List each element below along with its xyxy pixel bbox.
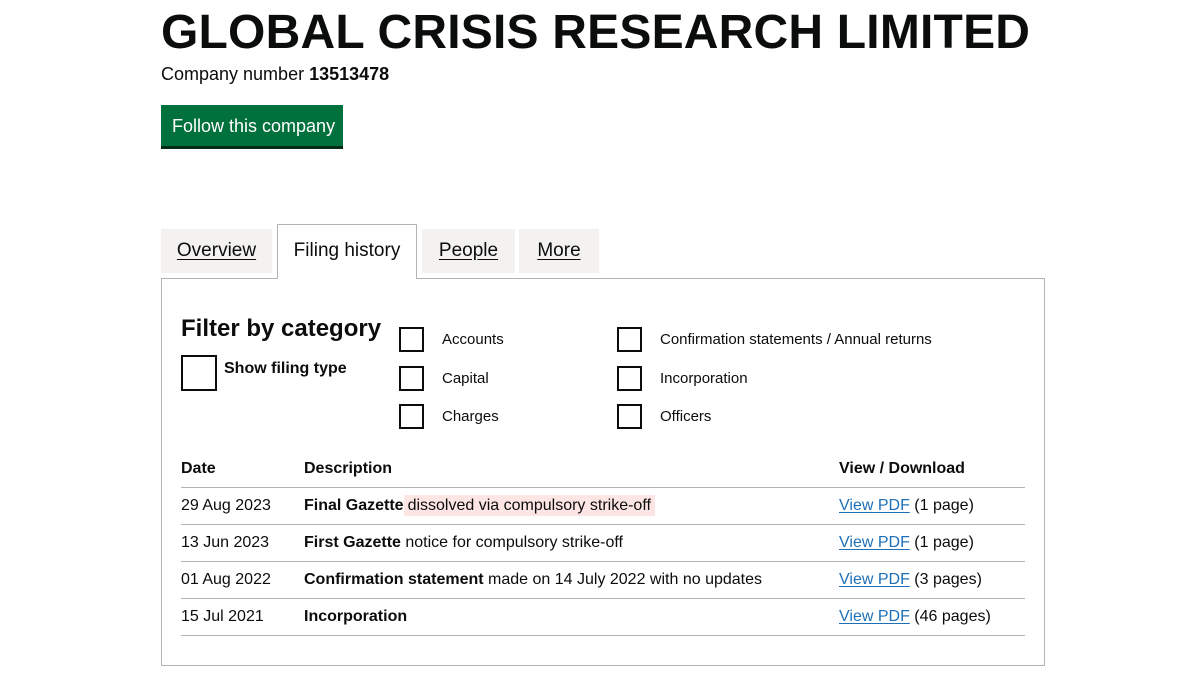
category-charges-label[interactable]: Charges: [442, 408, 499, 425]
row-3-description-type: Confirmation statement: [304, 571, 484, 588]
category-capital-label[interactable]: Capital: [442, 370, 489, 387]
row-2-description-text: notice for compulsory strike-off: [405, 534, 623, 551]
row-1-view-pdf-link[interactable]: View PDF: [839, 497, 910, 514]
row-4-description-type: Incorporation: [304, 608, 408, 625]
filter-heading: Filter by category: [181, 315, 382, 342]
row-2-view: View PDF (1 page): [839, 534, 974, 552]
row-1-pages: (1 page): [914, 497, 974, 514]
category-charges-checkbox[interactable]: [399, 403, 424, 429]
row-1-date: 29 Aug 2023: [181, 497, 271, 514]
tab-people[interactable]: People: [422, 229, 515, 273]
row-1-description-type: Final Gazette: [304, 497, 404, 514]
tab-more[interactable]: More: [519, 229, 599, 273]
row-1-view: View PDF (1 page): [839, 497, 974, 515]
header-view-download: View / Download: [839, 460, 965, 477]
row-2-date: 13 Jun 2023: [181, 534, 270, 551]
category-capital[interactable]: Capital: [399, 365, 489, 391]
table-row-divider: [181, 635, 1025, 636]
row-2-description-type: First Gazette: [304, 534, 401, 551]
row-2-view-pdf-link[interactable]: View PDF: [839, 534, 910, 551]
category-incorporation-label[interactable]: Incorporation: [660, 370, 748, 387]
row-3-date: 01 Aug 2022: [181, 571, 271, 588]
company-name: GLOBAL CRISIS RESEARCH LIMITED: [161, 6, 1031, 59]
category-charges[interactable]: Charges: [399, 403, 499, 429]
show-filing-type-label[interactable]: Show filing type: [224, 358, 347, 380]
table-header-divider: [181, 487, 1025, 488]
category-incorporation[interactable]: Incorporation: [617, 365, 748, 391]
table-row-divider: [181, 598, 1025, 599]
row-4-view-pdf-link[interactable]: View PDF: [839, 608, 910, 625]
category-confirmation-statements[interactable]: Confirmation statements / Annual returns: [617, 326, 932, 352]
category-incorporation-checkbox[interactable]: [617, 365, 642, 391]
company-number-label: Company number: [161, 64, 305, 84]
category-officers-checkbox[interactable]: [617, 403, 642, 429]
show-filing-type-checkbox[interactable]: Show filing type: [181, 355, 347, 391]
show-filing-type-box[interactable]: [181, 355, 217, 391]
row-3-view: View PDF (3 pages): [839, 571, 982, 589]
row-4-description: Incorporation: [304, 608, 407, 626]
category-confirmation-statements-checkbox[interactable]: [617, 326, 642, 352]
row-3-pages: (3 pages): [914, 571, 982, 588]
company-number-value: 13513478: [309, 64, 390, 84]
tab-filing-history[interactable]: Filing history: [277, 224, 417, 279]
category-confirmation-statements-label[interactable]: Confirmation statements / Annual returns: [660, 331, 932, 348]
header-date: Date: [181, 460, 216, 477]
row-3-view-pdf-link[interactable]: View PDF: [839, 571, 910, 588]
row-3-description-text: made on 14 July 2022 with no updates: [488, 571, 762, 588]
category-accounts-label[interactable]: Accounts: [442, 331, 504, 348]
category-accounts[interactable]: Accounts: [399, 326, 504, 352]
category-accounts-checkbox[interactable]: [399, 326, 424, 352]
row-2-description: First Gazette notice for compulsory stri…: [304, 534, 623, 552]
row-4-pages: (46 pages): [914, 608, 991, 625]
category-capital-checkbox[interactable]: [399, 365, 424, 391]
row-1-description: Final Gazette dissolved via compulsory st…: [304, 495, 655, 516]
category-officers-label[interactable]: Officers: [660, 408, 711, 425]
row-1-description-highlight: dissolved via compulsory strike-off: [403, 495, 655, 516]
row-4-date: 15 Jul 2021: [181, 608, 264, 625]
table-row-divider: [181, 524, 1025, 525]
row-3-description: Confirmation statement made on 14 July 2…: [304, 571, 762, 589]
company-number: Company number 13513478: [161, 62, 389, 86]
row-2-pages: (1 page): [914, 534, 974, 551]
category-officers[interactable]: Officers: [617, 403, 711, 429]
tab-overview[interactable]: Overview: [161, 229, 272, 273]
follow-company-button[interactable]: Follow this company: [161, 105, 343, 146]
header-description: Description: [304, 460, 393, 477]
table-row-divider: [181, 561, 1025, 562]
row-4-view: View PDF (46 pages): [839, 608, 991, 626]
